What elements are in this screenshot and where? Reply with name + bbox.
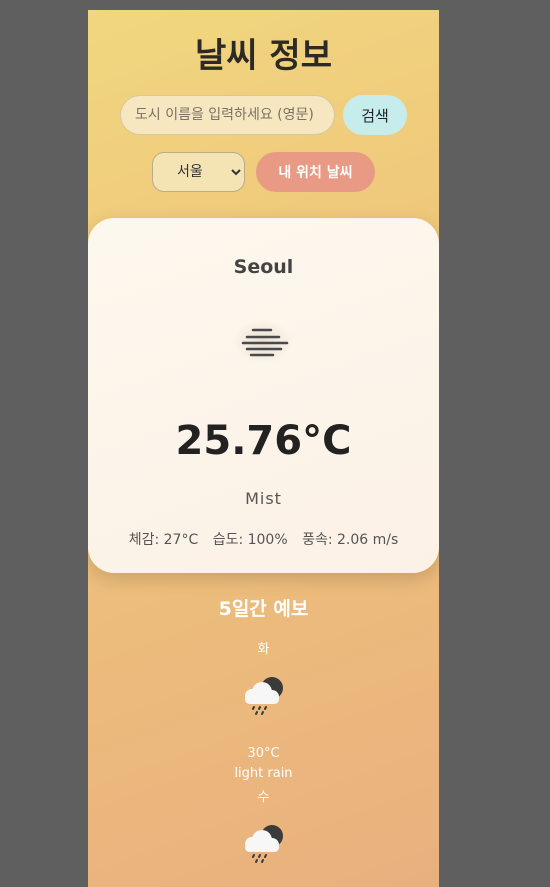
location-controls: 서울 내 위치 날씨 — [152, 152, 412, 192]
forecast-day-label: 수 — [257, 790, 270, 805]
rain-cloud-icon — [245, 825, 283, 863]
city-select[interactable]: 서울 — [152, 152, 245, 192]
forecast-title: 5일간 예보 — [218, 598, 309, 620]
weather-app: 날씨 정보 검색 서울 내 위치 날씨 Seoul — [88, 10, 439, 887]
current-temperature: 25.76°C — [175, 418, 352, 464]
page-title: 날씨 정보 — [195, 36, 332, 76]
forecast-day-label: 화 — [257, 642, 270, 657]
mist-icon — [233, 320, 293, 364]
humidity: 습도: 100% — [212, 532, 288, 548]
search-bar: 검색 — [120, 95, 420, 135]
city-name: Seoul — [233, 256, 294, 278]
search-button[interactable]: 검색 — [343, 95, 407, 135]
current-weather-card: Seoul 25.76°C Mist 체감: 27°C 습도: 100% 풍속:… — [88, 218, 439, 573]
forecast-temperature: 30°C — [247, 746, 280, 761]
forecast-description: light rain — [234, 766, 293, 781]
feels-like: 체감: 27°C — [128, 532, 199, 548]
city-search-input[interactable] — [120, 95, 335, 135]
my-location-weather-button[interactable]: 내 위치 날씨 — [256, 152, 375, 192]
wind-speed: 풍속: 2.06 m/s — [302, 532, 399, 548]
weather-details: 체감: 27°C 습도: 100% 풍속: 2.06 m/s — [88, 529, 439, 549]
weather-description: Mist — [245, 489, 282, 508]
rain-cloud-icon — [245, 677, 283, 715]
